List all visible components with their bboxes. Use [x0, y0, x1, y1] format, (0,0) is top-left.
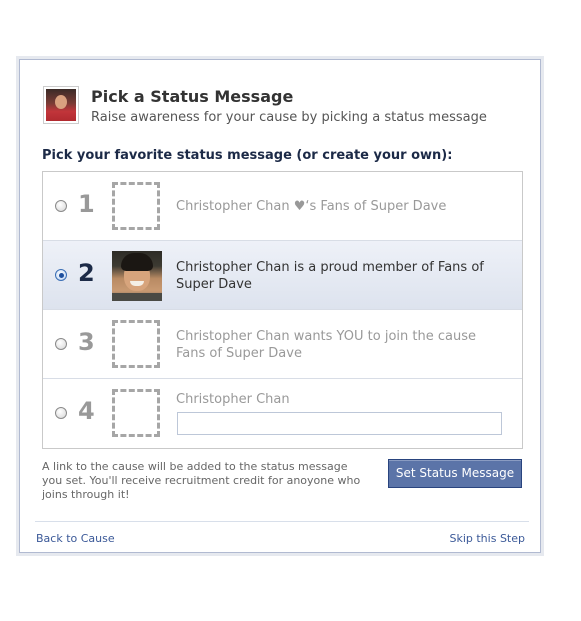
status-option-3[interactable]: 3 Christopher Chan wants YOU to join the… [43, 310, 522, 379]
option-1-radio[interactable] [55, 200, 67, 212]
dialog-title: Pick a Status Message [91, 87, 294, 106]
empty-thumbnail-icon [112, 320, 160, 368]
set-status-message-button[interactable]: Set Status Message [388, 459, 522, 488]
option-1-text: Christopher Chan ♥‘s Fans of Super Dave [176, 199, 447, 214]
option-2-number: 2 [78, 259, 95, 287]
empty-thumbnail-icon [112, 389, 160, 437]
custom-status-input[interactable] [177, 412, 502, 435]
dialog-subtitle: Raise awareness for your cause by pickin… [91, 110, 487, 125]
option-2-text: Christopher Chan is a proud member of Fa… [176, 260, 484, 292]
back-to-cause-link[interactable]: Back to Cause [36, 532, 115, 545]
options-prompt: Pick your favorite status message (or cr… [42, 148, 453, 163]
profile-photo-icon [112, 251, 162, 301]
option-3-text: Christopher Chan wants YOU to join the c… [176, 329, 476, 361]
cause-avatar [43, 86, 79, 124]
option-4-number: 4 [78, 397, 95, 425]
skip-step-link[interactable]: Skip this Step [449, 532, 525, 545]
empty-thumbnail-icon [112, 182, 160, 230]
cause-link-note: A link to the cause will be added to the… [42, 460, 361, 501]
footer-divider [35, 521, 529, 522]
status-option-2[interactable]: 2 Christopher Chan is a proud member of … [43, 241, 522, 310]
status-options-list: 1 Christopher Chan ♥‘s Fans of Super Dav… [42, 171, 523, 449]
option-1-number: 1 [78, 190, 95, 218]
dialog-frame: Pick a Status Message Raise awareness fo… [16, 56, 544, 556]
option-2-radio[interactable] [55, 269, 67, 281]
status-option-1[interactable]: 1 Christopher Chan ♥‘s Fans of Super Dav… [43, 172, 522, 241]
status-option-4-custom[interactable]: 4 Christopher Chan [43, 379, 522, 448]
profile-photo-icon [46, 89, 76, 121]
status-message-dialog: Pick a Status Message Raise awareness fo… [19, 59, 541, 553]
option-3-radio[interactable] [55, 338, 67, 350]
option-4-radio[interactable] [55, 407, 67, 419]
option-4-name: Christopher Chan [176, 392, 290, 407]
option-3-number: 3 [78, 328, 95, 356]
